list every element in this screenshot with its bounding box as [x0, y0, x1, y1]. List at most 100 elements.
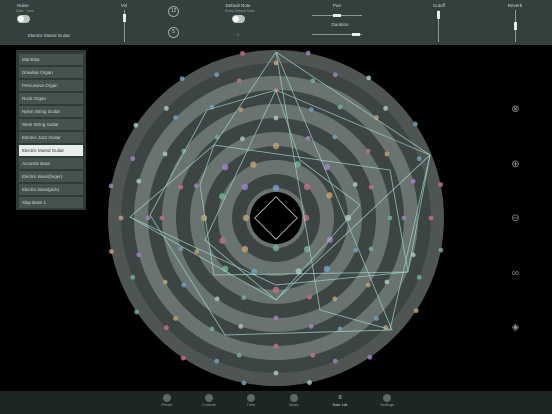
note-node [305, 135, 311, 141]
note-node [332, 134, 338, 140]
note-node [241, 245, 249, 253]
note-node [367, 354, 373, 360]
note-node [332, 72, 338, 78]
music-icon [290, 394, 298, 402]
note-node [250, 161, 257, 168]
note-node [173, 115, 179, 120]
note-node [307, 294, 312, 300]
note-node [273, 370, 279, 376]
instrument-option[interactable]: Electric Bass(pick) [19, 184, 83, 195]
tab-note-list[interactable]: ≡ Note List [325, 392, 355, 413]
instrument-option[interactable]: Marimba [19, 54, 83, 65]
note-node [240, 136, 245, 142]
note-node [401, 215, 407, 221]
note-list-icon: ≡ [338, 395, 342, 401]
note-node [108, 183, 114, 189]
note-node [412, 121, 418, 127]
note-node [326, 192, 333, 199]
instrument-option[interactable]: Electric Jazz Guitar [19, 132, 83, 143]
instrument-option[interactable]: Slap Bass 1 [19, 197, 83, 208]
instrument-option[interactable]: Electric Muted Guitar [19, 145, 83, 156]
tab-music[interactable]: Music [279, 392, 309, 413]
note-node [383, 106, 388, 111]
note-node [240, 51, 245, 56]
note-node [130, 156, 136, 162]
tab-label: Controls [201, 403, 217, 407]
tab-preset[interactable]: Preset [152, 392, 182, 413]
tab-settings[interactable]: Settings [372, 392, 402, 413]
tutor-icon [247, 394, 255, 402]
note-node [193, 183, 199, 189]
note-node [323, 265, 331, 273]
note-node [130, 274, 136, 280]
settings-icon [383, 394, 391, 402]
note-node [303, 183, 311, 191]
tab-label: Tutor [246, 403, 256, 407]
note-node [136, 252, 142, 258]
tab-tutor[interactable]: Tutor [236, 392, 266, 413]
note-node [159, 215, 165, 221]
note-node [236, 352, 242, 358]
note-node [241, 183, 249, 191]
note-node [242, 214, 250, 222]
note-node [162, 151, 168, 157]
note-node [180, 355, 186, 361]
link-icon[interactable]: ∞ [510, 268, 521, 279]
note-node [273, 315, 279, 321]
note-node [305, 50, 311, 56]
instrument-option[interactable]: Percussive Organ [19, 80, 83, 91]
instrument-option[interactable]: Steel String Guitar [19, 119, 83, 130]
note-node [416, 274, 422, 280]
bottom-tab-bar [0, 391, 552, 414]
note-node [438, 182, 443, 187]
close-icon[interactable]: ⊗ [510, 104, 521, 115]
note-node [178, 184, 184, 190]
note-node [164, 325, 169, 330]
note-node [365, 282, 371, 288]
instrument-option[interactable]: Acoustic Bass [19, 158, 83, 169]
note-node [109, 249, 114, 254]
note-node [179, 76, 185, 82]
note-node [352, 182, 358, 187]
note-node [337, 326, 343, 332]
note-node [332, 296, 338, 302]
note-node [134, 309, 140, 315]
note-node [236, 78, 242, 84]
controls-icon [205, 394, 213, 402]
instrument-option[interactable]: Electric Bass(finger) [19, 171, 83, 182]
note-node [272, 142, 280, 150]
note-node [273, 115, 279, 121]
note-node [133, 122, 139, 128]
note-node [241, 295, 247, 301]
instrument-option[interactable]: Drawbar Organ [19, 67, 83, 78]
tab-controls[interactable]: Controls [194, 392, 224, 413]
note-node [214, 296, 220, 302]
tab-label: Settings [380, 403, 394, 407]
note-node [162, 279, 168, 285]
center-hole [250, 192, 302, 244]
note-node [241, 380, 247, 386]
note-node [307, 380, 312, 385]
note-node [136, 178, 142, 184]
tab-label: Note List [332, 403, 348, 407]
tab-label: Preset [161, 403, 173, 407]
instrument-dropdown: Marimba Drawbar Organ Percussive Organ Rock… [16, 50, 86, 210]
note-node [219, 237, 226, 244]
instrument-option[interactable]: Rock Organ [19, 93, 83, 104]
instrument-option[interactable]: Nylon String Guitar [19, 106, 83, 117]
note-node [337, 104, 343, 110]
note-node [173, 316, 179, 321]
zoom-in-icon[interactable]: ⊕ [510, 159, 521, 170]
metronome-icon[interactable]: ◈ [510, 322, 521, 333]
note-node [118, 215, 124, 221]
note-node [366, 75, 372, 81]
note-node [310, 78, 316, 84]
note-node [273, 343, 279, 349]
zoom-out-icon[interactable]: ⊖ [510, 213, 521, 224]
note-node [332, 358, 338, 364]
note-node [164, 106, 169, 111]
note-node [272, 286, 280, 294]
note-node [310, 352, 316, 358]
note-node [181, 282, 187, 288]
note-node [387, 215, 393, 221]
